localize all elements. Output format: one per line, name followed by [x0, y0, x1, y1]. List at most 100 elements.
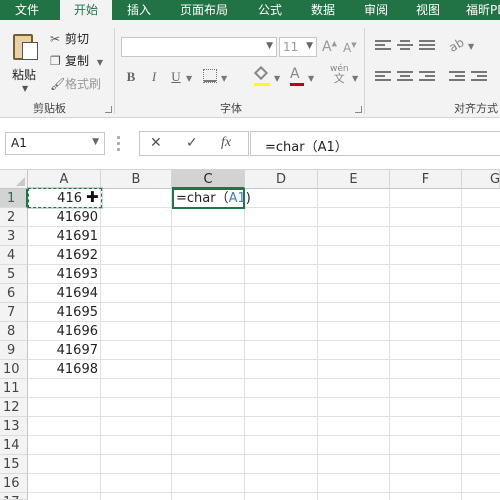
copy-label: 复制	[65, 54, 90, 68]
row-header[interactable]: 15	[0, 455, 28, 474]
gridline	[28, 473, 500, 474]
clipboard-launcher-icon[interactable]	[105, 106, 112, 113]
grow-font-button[interactable]: A▲	[322, 39, 337, 55]
chevron-down-icon[interactable]: ▼	[274, 74, 280, 83]
row-header[interactable]: 6	[0, 284, 28, 303]
group-divider	[114, 28, 115, 114]
chevron-down-icon[interactable]: ▼	[308, 74, 314, 83]
chevron-down-icon[interactable]: ▼	[352, 74, 358, 83]
gridline	[28, 416, 500, 417]
row-header[interactable]: 16	[0, 474, 28, 493]
cut-button[interactable]: ✂ 剪切	[50, 30, 89, 48]
tab-foxit-pdf[interactable]: 福昕PD	[466, 0, 500, 20]
fill-color-button[interactable]	[253, 65, 270, 87]
tab-review[interactable]: 审阅	[364, 0, 388, 20]
row-header[interactable]: 13	[0, 417, 28, 436]
row-header[interactable]: 3	[0, 227, 28, 246]
tab-data[interactable]: 数据	[311, 0, 335, 20]
border-button[interactable]	[203, 69, 217, 83]
align-bottom-icon[interactable]	[419, 40, 435, 51]
chevron-down-icon[interactable]: ▼	[186, 74, 192, 83]
font-color-button[interactable]: A	[290, 66, 304, 86]
column-header-e[interactable]: E	[318, 170, 390, 189]
bold-button[interactable]: B	[124, 68, 138, 86]
align-right-icon[interactable]	[419, 71, 435, 82]
font-launcher-icon[interactable]	[355, 106, 362, 113]
cell-a2[interactable]: 41690	[29, 208, 98, 227]
tab-insert[interactable]: 插入	[127, 0, 151, 20]
cancel-icon[interactable]: ✕	[150, 135, 162, 151]
cell-a10[interactable]: 41698	[29, 360, 98, 379]
tab-file[interactable]: 文件	[0, 0, 54, 20]
cell-a6[interactable]: 41694	[29, 284, 98, 303]
tab-view[interactable]: 视图	[416, 0, 440, 20]
chevron-down-icon[interactable]: ▼	[221, 74, 227, 83]
column-header-f[interactable]: F	[390, 170, 462, 189]
row-header[interactable]: 5	[0, 265, 28, 284]
cell-a4[interactable]: 41692	[29, 246, 98, 265]
increase-indent-icon[interactable]	[471, 71, 487, 82]
font-name-select[interactable]: ▼	[121, 37, 277, 57]
format-painter-label: 格式刷	[65, 77, 102, 91]
gridline	[28, 378, 500, 379]
gridline	[28, 283, 500, 284]
cell-a8[interactable]: 41696	[29, 322, 98, 341]
row-header[interactable]: 4	[0, 246, 28, 265]
enter-icon[interactable]: ✓	[186, 135, 198, 151]
align-center-icon[interactable]	[397, 71, 413, 82]
row-header[interactable]: 10	[0, 360, 28, 379]
row-header[interactable]: 11	[0, 379, 28, 398]
italic-button[interactable]: I	[148, 68, 160, 86]
cell-a9[interactable]: 41697	[29, 341, 98, 360]
chevron-down-icon: ▼	[96, 58, 103, 67]
row-header[interactable]: 9	[0, 341, 28, 360]
phonetic-button[interactable]: wén 文	[330, 64, 349, 85]
column-header-d[interactable]: D	[245, 170, 318, 189]
active-cell-c1[interactable]: =char（A1)	[172, 188, 251, 209]
align-top-icon[interactable]	[375, 40, 391, 51]
fill-color-bar	[254, 83, 270, 86]
align-middle-icon[interactable]	[397, 40, 413, 51]
font-size-select[interactable]: 11 ▼	[279, 37, 317, 57]
formula-input[interactable]: =char（A1）	[250, 131, 500, 156]
paste-button[interactable]: 粘贴 ▼	[4, 24, 44, 94]
format-painter-button[interactable]: 🖌格式刷	[50, 75, 101, 93]
chevron-down-icon[interactable]: ▼	[468, 42, 474, 51]
column-header-g[interactable]: G	[462, 170, 500, 189]
align-left-icon[interactable]	[375, 71, 391, 82]
column-header-b[interactable]: B	[101, 170, 172, 189]
select-all-button[interactable]	[0, 170, 28, 189]
cell-a7[interactable]: 41695	[29, 303, 98, 322]
cell-formula-text: =char（A1)	[176, 191, 251, 206]
copy-button[interactable]: ❐ 复制 ▼	[50, 52, 103, 70]
insert-function-button[interactable]: fx	[221, 135, 231, 151]
shrink-font-button[interactable]: A▼	[343, 41, 357, 55]
decrease-indent-icon[interactable]	[449, 71, 465, 82]
column-header-a[interactable]: A	[28, 170, 101, 189]
tab-home[interactable]: 开始	[60, 0, 112, 20]
row-header[interactable]: 1	[0, 189, 28, 208]
row-header[interactable]: 14	[0, 436, 28, 455]
spreadsheet-grid[interactable]: A B C D E F G 1 2 3 4 5 6 7 8 9 10 11 12…	[0, 170, 500, 500]
chevron-down-icon: ▼	[22, 84, 29, 93]
cell-a3[interactable]: 41691	[29, 227, 98, 246]
row-header[interactable]: 7	[0, 303, 28, 322]
name-box-value: A1	[11, 136, 27, 150]
orientation-button[interactable]: ab	[447, 35, 467, 55]
cell-a5[interactable]: 41693	[29, 265, 98, 284]
row-header[interactable]: 2	[0, 208, 28, 227]
row-header[interactable]: 8	[0, 322, 28, 341]
gridline	[28, 226, 500, 227]
chevron-down-icon: ▼	[306, 41, 313, 51]
gridline	[28, 435, 500, 436]
tab-formulas[interactable]: 公式	[258, 0, 282, 20]
row-header[interactable]: 12	[0, 398, 28, 417]
formula-bar-grip-icon[interactable]	[117, 136, 120, 152]
tab-page-layout[interactable]: 页面布局	[180, 0, 228, 20]
copy-icon: ❐	[50, 54, 61, 68]
name-box[interactable]: A1 ▼	[5, 132, 105, 155]
gridline	[28, 397, 500, 398]
underline-button[interactable]: U	[170, 68, 182, 86]
row-header[interactable]: 17	[0, 493, 28, 500]
column-header-c[interactable]: C	[172, 170, 245, 189]
